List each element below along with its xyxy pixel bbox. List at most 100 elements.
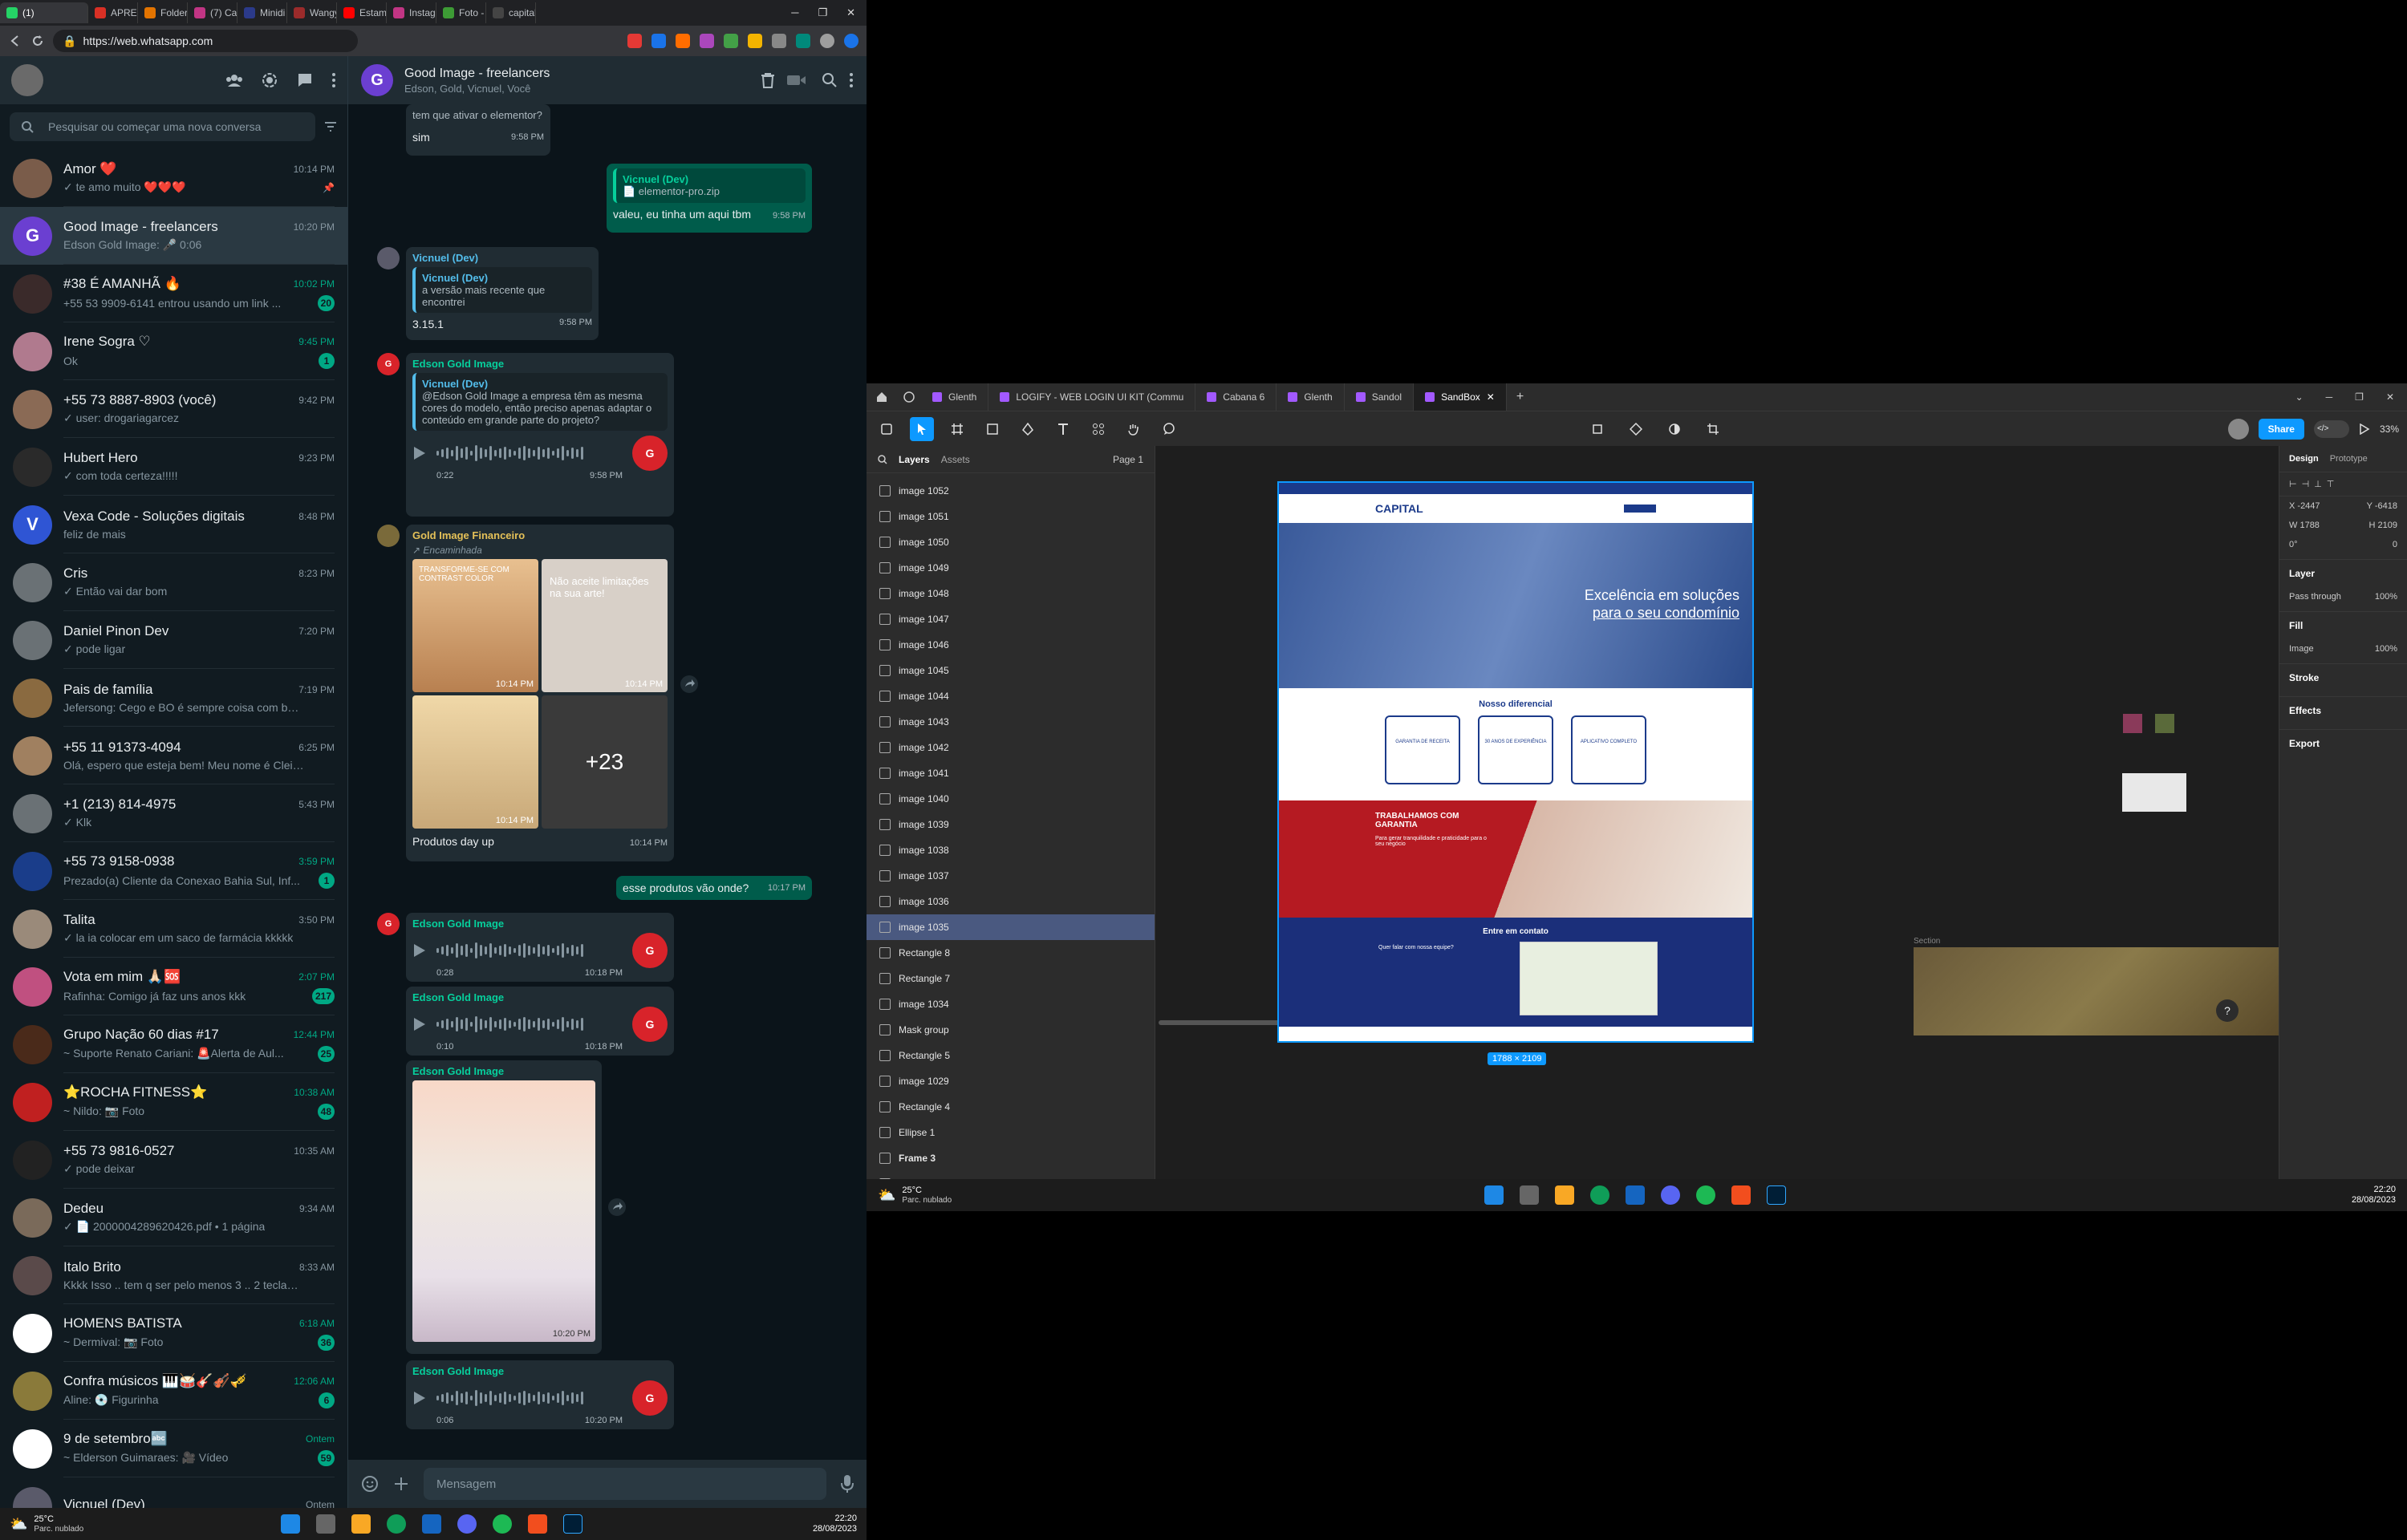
start-icon[interactable]: [1484, 1185, 1504, 1205]
communities-icon[interactable]: [225, 71, 243, 89]
menu-icon[interactable]: [331, 72, 336, 88]
video-call-icon[interactable]: [786, 73, 810, 87]
layer-item[interactable]: image 1036: [867, 889, 1155, 914]
group-avatar[interactable]: G: [361, 64, 393, 96]
layer-item[interactable]: image 1045: [867, 658, 1155, 683]
layer-item[interactable]: image 1038: [867, 837, 1155, 863]
layer-item[interactable]: image 1039: [867, 812, 1155, 837]
task-view-icon[interactable]: [316, 1514, 335, 1534]
figma-icon[interactable]: [1731, 1185, 1751, 1205]
discord-icon[interactable]: [457, 1514, 477, 1534]
chat-list-item[interactable]: Cris 8:23 PM ✓ Então vai dar bom: [0, 553, 347, 611]
chat-list-item[interactable]: +55 73 9816-0527 10:35 AM ✓ pode deixar: [0, 1131, 347, 1189]
image-thumbnail[interactable]: 10:20 PM: [412, 1080, 595, 1342]
extension-icon[interactable]: [651, 34, 666, 48]
assets-tab[interactable]: Assets: [941, 454, 970, 465]
layer-item[interactable]: image 1042: [867, 735, 1155, 760]
message-bubble[interactable]: Gold Image Financeiro ↗ Encaminhada TRAN…: [406, 525, 674, 861]
reply-quote[interactable]: Vicnuel (Dev) @Edson Gold Image a empres…: [412, 373, 668, 431]
chat-list-item[interactable]: Amor ❤️ 10:14 PM ✓ te amo muito ❤️❤️❤️ 📌: [0, 149, 347, 207]
forward-icon[interactable]: [608, 1198, 626, 1216]
design-tab[interactable]: Design: [2289, 454, 2319, 464]
message-bubble[interactable]: Edson Gold Image G 0:28 10:18 PM: [406, 913, 674, 982]
browser-tab[interactable]: (1): [0, 2, 88, 23]
crop-icon[interactable]: [1585, 417, 1609, 441]
layer-item[interactable]: image 1048: [867, 581, 1155, 606]
message-list[interactable]: tem que ativar o elementor? sim 9:58 PM …: [348, 104, 867, 1460]
layer-item[interactable]: Rectangle 7: [867, 966, 1155, 991]
comment-tool-icon[interactable]: [1157, 417, 1181, 441]
extension-icon[interactable]: [772, 34, 786, 48]
crop-image-icon[interactable]: [1701, 417, 1725, 441]
minimize-icon[interactable]: ─: [2326, 391, 2333, 403]
shape-tool-icon[interactable]: [980, 417, 1005, 441]
layer-item[interactable]: Mask group: [867, 1017, 1155, 1043]
chat-list-item[interactable]: Confra músicos 🎹🥁🎸🎻🎺 12:06 AM Aline: 💿 Fig…: [0, 1362, 347, 1420]
layer-item[interactable]: image 1046: [867, 632, 1155, 658]
share-button[interactable]: Share: [2258, 418, 2304, 440]
extension-icon[interactable]: [724, 34, 738, 48]
chat-list-item[interactable]: 9 de setembro🔤 Ontem ~ Elderson Guimaraes:…: [0, 1420, 347, 1477]
layer-item[interactable]: Frame 3: [867, 1145, 1155, 1171]
move-tool-icon[interactable]: [910, 416, 934, 441]
chat-list-item[interactable]: Vicnuel (Dev) Ontem: [0, 1477, 347, 1508]
extension-icon[interactable]: [627, 34, 642, 48]
task-view-icon[interactable]: [1520, 1185, 1539, 1205]
layer-item[interactable]: Rectangle 8: [867, 940, 1155, 966]
export-section-title[interactable]: Export: [2279, 730, 2407, 757]
layer-item[interactable]: image 1040: [867, 786, 1155, 812]
voice-message[interactable]: G: [412, 1380, 668, 1416]
frame-tool-icon[interactable]: [945, 417, 969, 441]
voice-message[interactable]: G: [412, 1007, 668, 1042]
my-avatar[interactable]: [11, 64, 43, 96]
layer-item[interactable]: image 1041: [867, 760, 1155, 786]
close-tab-icon[interactable]: ✕: [1487, 391, 1495, 403]
layer-item[interactable]: image 1029: [867, 1068, 1155, 1094]
sender-avatar[interactable]: [377, 247, 400, 270]
image-thumbnail[interactable]: Não aceite limitações na sua arte! 10:14…: [542, 559, 668, 692]
figma-tab[interactable]: Glenth: [1277, 383, 1345, 411]
sender-avatar[interactable]: G: [377, 353, 400, 375]
align-center-icon[interactable]: ⊣: [2302, 479, 2310, 489]
chat-list-item[interactable]: Pais de família 7:19 PM Jefersong: Cego e …: [0, 669, 347, 727]
voice-message[interactable]: G: [412, 436, 668, 471]
layer-item[interactable]: image 1050: [867, 529, 1155, 555]
attach-icon[interactable]: [393, 1476, 409, 1492]
bing-icon[interactable]: [844, 34, 858, 48]
chat-list-item[interactable]: Talita 3:50 PM ✓ la ia colocar em um saco …: [0, 900, 347, 958]
chat-list-item[interactable]: +55 73 9158-0938 3:59 PM Prezado(a) Client…: [0, 842, 347, 900]
filter-icon[interactable]: [323, 120, 338, 134]
align-left-icon[interactable]: ⊢: [2289, 479, 2297, 489]
message-bubble[interactable]: Edson Gold Image 10:20 PM: [406, 1060, 602, 1354]
emoji-icon[interactable]: [361, 1475, 379, 1493]
figma-tab[interactable]: SandBox ✕: [1414, 383, 1507, 411]
message-bubble[interactable]: Edson Gold Image Vicnuel (Dev) @Edson Go…: [406, 353, 674, 517]
layer-item[interactable]: Rectangle 4: [867, 1094, 1155, 1120]
hand-tool-icon[interactable]: [1122, 417, 1146, 441]
align-top-icon[interactable]: ⊤: [2327, 479, 2335, 489]
main-menu-icon[interactable]: [875, 417, 899, 441]
browser-tab[interactable]: Instagr: [387, 2, 436, 23]
discord-icon[interactable]: [1661, 1185, 1680, 1205]
prototype-tab[interactable]: Prototype: [2330, 454, 2368, 464]
radius-field[interactable]: 0: [2393, 540, 2397, 549]
photoshop-icon[interactable]: [563, 1514, 582, 1534]
y-field[interactable]: Y -6418: [2367, 501, 2397, 511]
message-bubble[interactable]: Edson Gold Image G 0:10 10:18 PM: [406, 987, 674, 1056]
search-input[interactable]: Pesquisar ou começar uma nova conversa: [10, 112, 315, 141]
browser-tab[interactable]: Estamo: [337, 2, 387, 23]
weather-icon[interactable]: ⛅: [878, 1187, 895, 1204]
browser-tab[interactable]: capital: [486, 2, 536, 23]
close-icon[interactable]: ✕: [846, 6, 855, 19]
new-chat-icon[interactable]: [296, 71, 314, 89]
reload-icon[interactable]: [30, 34, 45, 48]
chat-list-item[interactable]: Daniel Pinon Dev 7:20 PM ✓ pode ligar: [0, 611, 347, 669]
chat-list-item[interactable]: +55 11 91373-4094 6:25 PM Olá, espero que …: [0, 727, 347, 784]
rotation-field[interactable]: 0°: [2289, 540, 2298, 549]
layer-item[interactable]: image 1051: [867, 504, 1155, 529]
h-field[interactable]: H 2109: [2369, 521, 2397, 530]
profile-icon[interactable]: [820, 34, 834, 48]
layer-item[interactable]: image 1034: [867, 991, 1155, 1017]
layer-item[interactable]: Ellipse 1: [867, 1120, 1155, 1145]
blend-mode-select[interactable]: Pass through: [2289, 592, 2341, 602]
